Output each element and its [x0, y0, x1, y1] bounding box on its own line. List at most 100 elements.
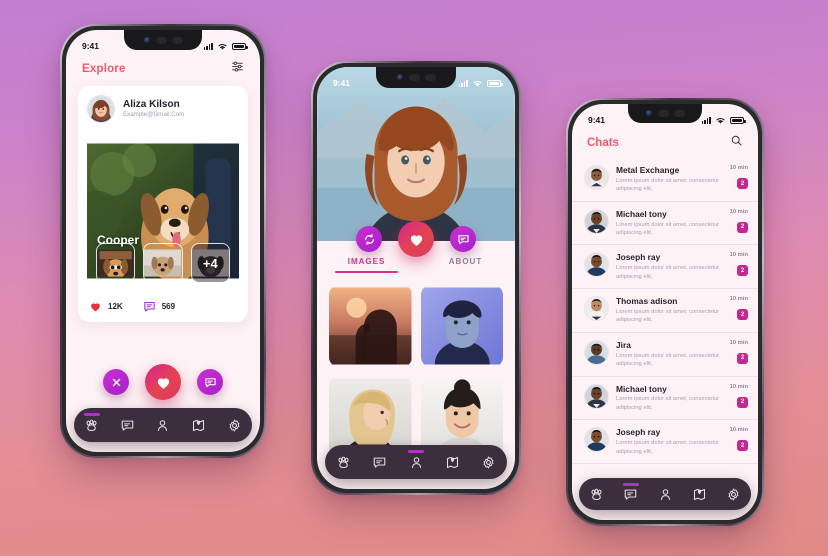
- speaker-icon: [657, 110, 669, 117]
- contact-avatar: [585, 428, 608, 451]
- screen-profile: 9:41 IMAGES ABOUT: [317, 67, 515, 489]
- contact-avatar: [585, 297, 608, 320]
- chat-body: Joseph ray Lorem ipsum dolor sit amet, c…: [616, 427, 723, 456]
- tab-images[interactable]: IMAGES: [317, 257, 416, 273]
- person-icon: [411, 456, 421, 468]
- sidebar-item-settings[interactable]: [216, 408, 252, 442]
- page-title: Explore: [82, 63, 126, 75]
- status-time: 9:41: [333, 78, 351, 88]
- thumbnail-3-more[interactable]: +4: [190, 243, 230, 283]
- dismiss-button[interactable]: [103, 369, 129, 395]
- profile-hero[interactable]: [317, 67, 515, 241]
- chat-meta: 10 min 2: [730, 209, 748, 233]
- chat-body: Michael tony Lorem ipsum dolor sit amet,…: [616, 384, 723, 413]
- pet-hero-photo[interactable]: Cooper +4: [87, 131, 239, 291]
- search-button[interactable]: [730, 134, 743, 152]
- status-time: 9:41: [588, 115, 606, 125]
- speaker-icon: [155, 36, 167, 44]
- unread-badge: 2: [737, 352, 748, 364]
- message-button[interactable]: [197, 369, 223, 395]
- sidebar-item-profile[interactable]: [398, 445, 434, 479]
- comments-stat[interactable]: 569: [143, 300, 175, 313]
- explore-header: Explore: [66, 60, 260, 78]
- list-item[interactable]: Thomas adison Lorem ipsum dolor sit amet…: [572, 289, 758, 333]
- map-pin-icon: [193, 419, 205, 431]
- comments-count: 569: [161, 302, 176, 311]
- chat-preview: Lorem ipsum dolor sit amet, consectetur …: [616, 440, 720, 455]
- likes-stat[interactable]: 12K: [89, 300, 123, 313]
- chat-preview: Lorem ipsum dolor sit amet, consectetur …: [616, 352, 720, 368]
- chat-body: Joseph ray Lorem ipsum dolor sit amet, c…: [616, 252, 723, 281]
- sidebar-item-map[interactable]: [434, 445, 470, 479]
- grid-photo-1: [329, 285, 412, 367]
- like-button[interactable]: [145, 364, 181, 400]
- action-buttons: [317, 221, 515, 257]
- contact-name: Thomas adison: [616, 296, 678, 307]
- sidebar-item-map[interactable]: [682, 478, 716, 510]
- chat-body: Thomas adison Lorem ipsum dolor sit amet…: [616, 296, 723, 325]
- timestamp: 10 min: [729, 165, 748, 171]
- chat-preview: Lorem ipsum dolor sit amet, consectetur …: [616, 309, 720, 324]
- list-item[interactable]: Michael tony Lorem ipsum dolor sit amet,…: [572, 377, 758, 421]
- timestamp: 10 min: [729, 339, 748, 346]
- user-name: Aliza Kilson: [123, 98, 180, 110]
- sidebar-item-settings[interactable]: [717, 478, 751, 510]
- chat-meta: 10 min 2: [730, 165, 748, 189]
- pet-card[interactable]: Aliza Kilson Example@Gmail.Com Cooper +4…: [78, 86, 248, 322]
- grid-item-1[interactable]: [329, 285, 412, 367]
- sidebar-item-paw[interactable]: [325, 445, 361, 479]
- status-indicators: [458, 79, 503, 88]
- filter-button[interactable]: [231, 60, 244, 78]
- contact-name: Metal Exchange: [616, 165, 680, 175]
- contact-avatar: [585, 253, 608, 276]
- image-grid: [329, 285, 503, 458]
- chat-preview: Lorem ipsum dolor sit amet, consectetur …: [616, 265, 720, 280]
- chat-list[interactable]: Metal Exchange Lorem ipsum dolor sit ame…: [572, 158, 758, 520]
- gear-icon: [229, 419, 240, 431]
- like-button[interactable]: [398, 221, 434, 257]
- sidebar-item-paw[interactable]: [579, 478, 613, 510]
- heart-icon: [410, 234, 422, 246]
- battery-icon: [487, 79, 503, 87]
- contact-name: Michael tony: [616, 208, 667, 219]
- sidebar-item-chat[interactable]: [361, 445, 397, 479]
- front-camera-icon: [143, 36, 151, 44]
- tab-about[interactable]: ABOUT: [416, 257, 515, 273]
- user-email: Example@Gmail.Com: [123, 111, 185, 119]
- thumbnail-1[interactable]: [96, 243, 136, 283]
- card-stats: 12K 569: [87, 300, 239, 313]
- sidebar-item-chat[interactable]: [613, 478, 647, 510]
- chat-meta: 10 min 2: [730, 340, 748, 364]
- grid-item-2[interactable]: [421, 285, 504, 367]
- notch: [376, 67, 456, 88]
- list-item[interactable]: Jira Lorem ipsum dolor sit amet, consect…: [572, 333, 758, 377]
- sidebar-item-profile[interactable]: [145, 408, 181, 442]
- sensor-icon: [673, 110, 685, 117]
- avatar: [584, 296, 609, 322]
- wifi-icon: [218, 43, 227, 50]
- sidebar-item-profile[interactable]: [648, 478, 682, 510]
- action-buttons: [66, 364, 260, 400]
- timestamp: 10 min: [729, 208, 748, 215]
- avatar: [584, 383, 609, 409]
- thumbnail-2[interactable]: [143, 243, 183, 283]
- map-pin-icon: [693, 488, 705, 500]
- list-item[interactable]: Metal Exchange Lorem ipsum dolor sit ame…: [572, 158, 758, 202]
- list-item[interactable]: Michael tony Lorem ipsum dolor sit amet,…: [572, 202, 758, 246]
- sidebar-item-chat[interactable]: [110, 408, 146, 442]
- refresh-button[interactable]: [356, 226, 382, 252]
- contact-name: Jira: [616, 339, 631, 350]
- signal-icon: [203, 42, 213, 50]
- person-icon: [158, 419, 168, 431]
- sidebar-item-map[interactable]: [181, 408, 217, 442]
- chat-meta: 10 min 2: [730, 252, 748, 277]
- sidebar-item-paw[interactable]: [74, 408, 110, 442]
- list-item[interactable]: Joseph ray Lorem ipsum dolor sit amet, c…: [572, 245, 758, 290]
- chat-icon: [373, 457, 386, 468]
- signal-icon: [701, 116, 711, 124]
- sidebar-item-settings[interactable]: [471, 445, 507, 479]
- list-item[interactable]: Joseph ray Lorem ipsum dolor sit amet, c…: [572, 420, 758, 464]
- battery-icon: [730, 116, 746, 124]
- contact-avatar: [585, 166, 608, 189]
- message-button[interactable]: [450, 226, 476, 252]
